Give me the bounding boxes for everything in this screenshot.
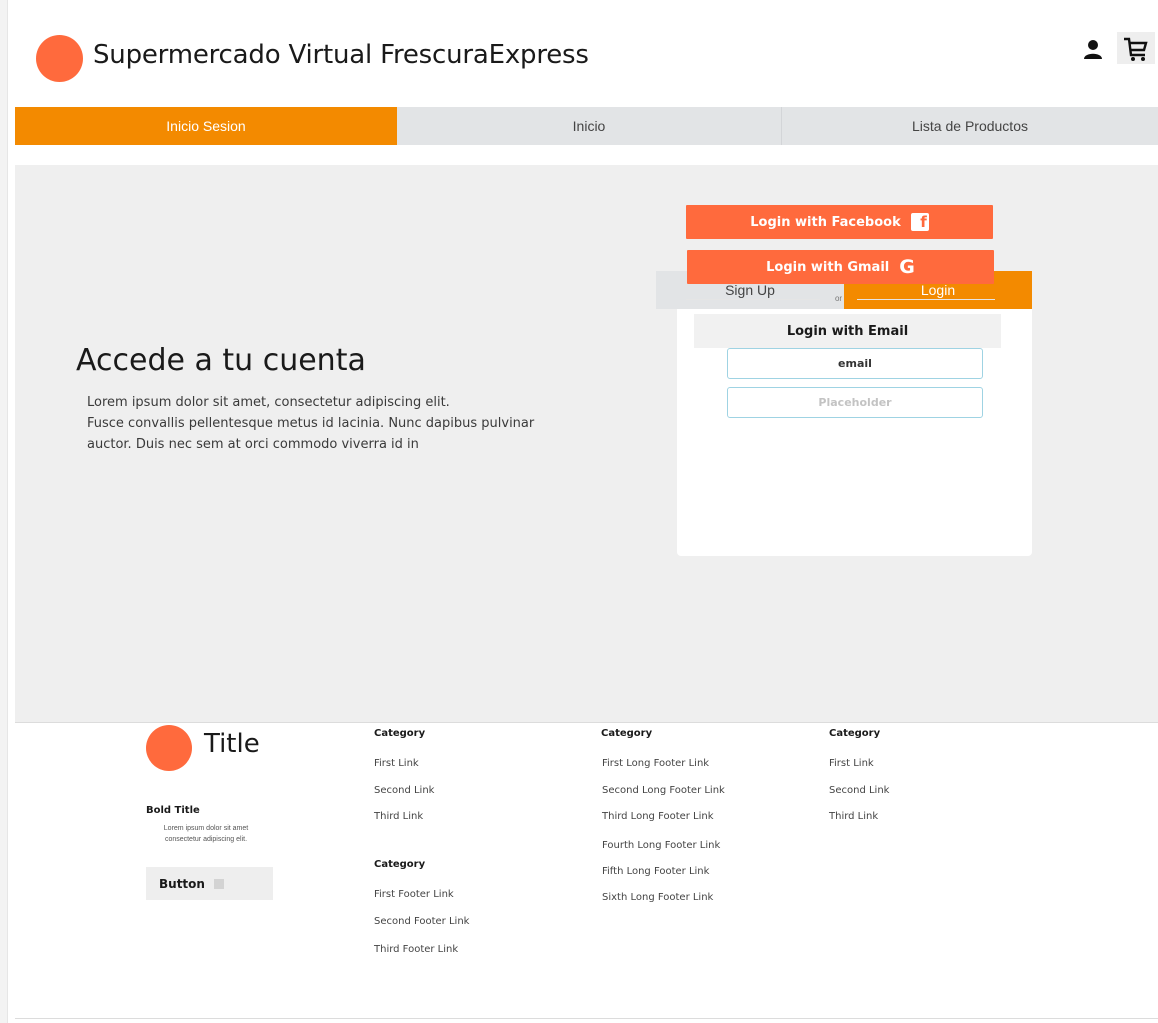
footer-title: Title bbox=[204, 729, 260, 759]
footer-bold-title: Bold Title bbox=[146, 805, 200, 816]
main-nav: Inicio Sesion Inicio Lista de Productos bbox=[15, 107, 1158, 145]
footer-link[interactable]: Fifth Long Footer Link bbox=[602, 866, 709, 877]
footer-description: Lorem ipsum dolor sit amet consectetur a… bbox=[163, 825, 249, 843]
footer-category: Category bbox=[829, 728, 881, 739]
tab-lista-productos[interactable]: Lista de Productos bbox=[782, 107, 1158, 145]
square-icon bbox=[213, 878, 224, 889]
divider-left bbox=[686, 299, 820, 300]
footer-link[interactable]: Second Link bbox=[374, 785, 434, 796]
footer-link[interactable]: Third Footer Link bbox=[374, 944, 458, 955]
tab-inicio[interactable]: Inicio bbox=[397, 107, 782, 145]
footer-top-border bbox=[15, 722, 1158, 723]
hero-line: Fusce convallis pellentesque metus id la… bbox=[87, 416, 535, 431]
footer-logo bbox=[146, 725, 192, 771]
page-bottom-border bbox=[15, 1018, 1158, 1019]
footer-link[interactable]: Sixth Long Footer Link bbox=[602, 892, 713, 903]
hero-line: Lorem ipsum dolor sit amet, consectetur … bbox=[87, 395, 450, 410]
hero-section: Accede a tu cuenta Lorem ipsum dolor sit… bbox=[15, 165, 1158, 723]
password-field[interactable] bbox=[727, 387, 983, 418]
footer-button[interactable]: Button bbox=[146, 867, 273, 900]
divider-right bbox=[857, 299, 995, 300]
footer-link[interactable]: Third Link bbox=[829, 811, 878, 822]
footer-link[interactable]: Second Long Footer Link bbox=[602, 785, 725, 796]
footer-link[interactable]: First Link bbox=[829, 758, 874, 769]
footer-link[interactable]: Second Footer Link bbox=[374, 916, 469, 927]
hero-description: Lorem ipsum dolor sit amet, consectetur … bbox=[87, 392, 587, 455]
footer-link[interactable]: First Link bbox=[374, 758, 419, 769]
login-facebook-label: Login with Facebook bbox=[750, 214, 901, 230]
login-gmail-label: Login with Gmail bbox=[766, 259, 890, 275]
footer-link[interactable]: First Footer Link bbox=[374, 889, 454, 900]
email-field[interactable] bbox=[727, 348, 983, 379]
cart-button[interactable] bbox=[1117, 32, 1155, 64]
footer-category: Category bbox=[374, 728, 426, 739]
user-icon[interactable] bbox=[1083, 38, 1103, 62]
footer-link[interactable]: First Long Footer Link bbox=[602, 758, 709, 769]
footer-link[interactable]: Second Link bbox=[829, 785, 889, 796]
footer-link[interactable]: Third Link bbox=[374, 811, 423, 822]
facebook-icon: f bbox=[910, 213, 929, 231]
or-separator: or bbox=[834, 294, 843, 303]
footer-link[interactable]: Third Long Footer Link bbox=[602, 811, 714, 822]
footer-link[interactable]: Fourth Long Footer Link bbox=[602, 840, 720, 851]
left-edge bbox=[0, 0, 8, 1023]
login-email-header: Login with Email bbox=[694, 314, 1001, 348]
login-facebook-button[interactable]: Login with Facebook f bbox=[686, 205, 993, 239]
tab-inicio-sesion[interactable]: Inicio Sesion bbox=[15, 107, 397, 145]
brand-logo[interactable] bbox=[36, 35, 83, 82]
hero-title: Accede a tu cuenta bbox=[76, 343, 366, 378]
footer-button-label: Button bbox=[159, 876, 205, 891]
footer-category: Category bbox=[601, 728, 653, 739]
cart-icon bbox=[1124, 37, 1148, 61]
login-gmail-button[interactable]: Login with Gmail G bbox=[687, 250, 994, 284]
brand-title: Supermercado Virtual FrescuraExpress bbox=[93, 40, 589, 70]
footer-category: Category bbox=[374, 859, 426, 870]
google-icon: G bbox=[899, 256, 915, 278]
hero-line: auctor. Duis nec sem at orci commodo viv… bbox=[87, 437, 419, 452]
